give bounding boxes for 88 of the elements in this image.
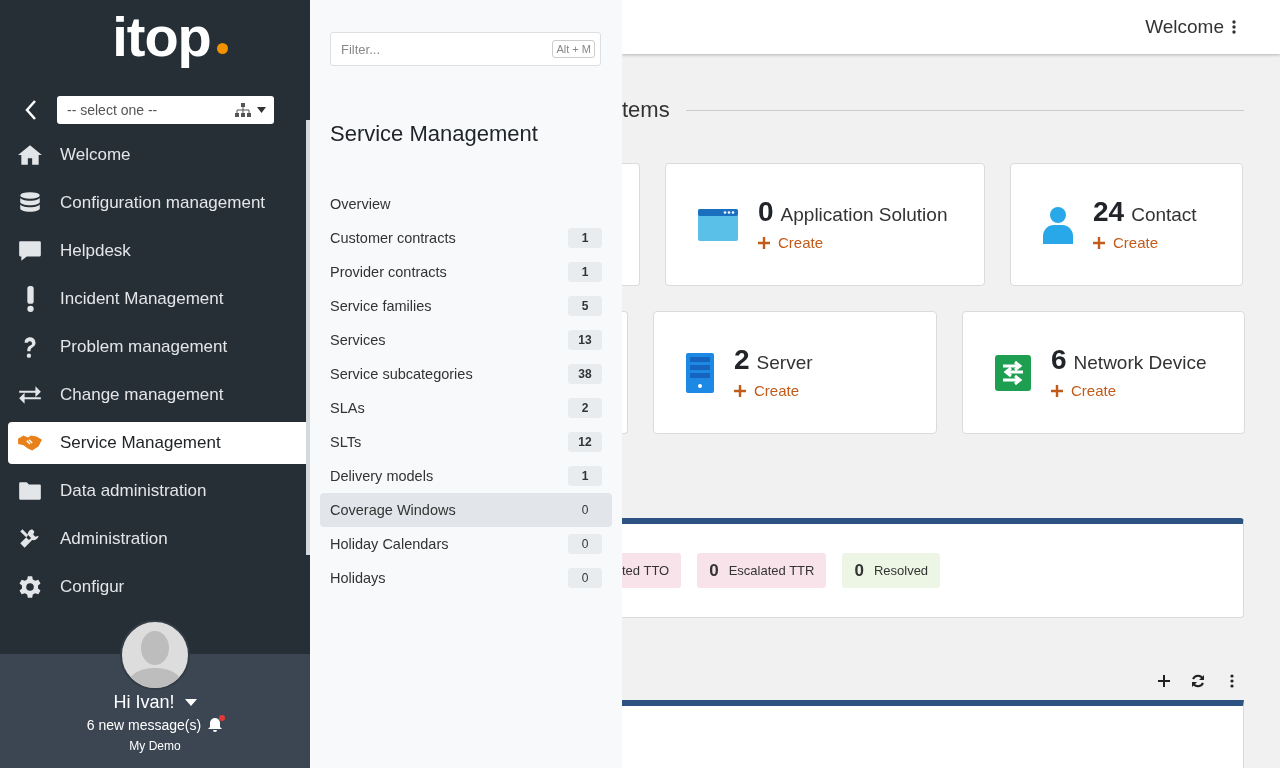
refresh-icon xyxy=(1191,674,1205,688)
object-class-label: Network Device xyxy=(1073,352,1207,375)
submenu-item[interactable]: Holidays 0 xyxy=(320,561,612,595)
create-link[interactable]: Create xyxy=(734,382,800,400)
submenu-item[interactable]: Overview xyxy=(320,187,612,221)
submenu-label: Overview xyxy=(330,196,391,212)
messages-link[interactable]: 6 new message(s) xyxy=(86,717,202,733)
create-link[interactable]: Create xyxy=(1093,234,1159,252)
submenu-label: Customer contracts xyxy=(330,230,456,246)
item-count: 1 xyxy=(568,262,602,282)
submenu-item[interactable]: Service subcategories 38 xyxy=(320,357,612,391)
submenu-item[interactable]: Delivery models 1 xyxy=(320,459,612,493)
submenu-label: Delivery models xyxy=(330,468,434,484)
gear-icon xyxy=(17,574,43,600)
item-count: 0 xyxy=(568,534,602,554)
submenu-item[interactable]: SLAs 2 xyxy=(320,391,612,425)
menu-item[interactable]: Change management xyxy=(8,374,306,416)
menu-item[interactable]: Configur xyxy=(8,566,306,608)
submenu-label: SLAs xyxy=(330,400,365,416)
more-icon[interactable] xyxy=(1232,20,1236,34)
object-class-label: Server xyxy=(756,352,813,375)
create-link[interactable]: Create xyxy=(1051,382,1117,400)
submenu-label: SLTs xyxy=(330,434,362,450)
plus-icon xyxy=(734,384,746,397)
item-count: 1 xyxy=(568,228,602,248)
menu-item[interactable]: Configuration management xyxy=(8,182,306,224)
submenu-item[interactable]: Customer contracts 1 xyxy=(320,221,612,255)
item-count: 5 xyxy=(568,296,602,316)
item-count: 0 xyxy=(580,502,590,519)
bell-icon[interactable] xyxy=(207,717,224,733)
object-count: 6 xyxy=(1051,344,1067,377)
submenu-item[interactable]: Service families 5 xyxy=(320,289,612,323)
status-badge[interactable]: 0 Resolved xyxy=(842,553,941,588)
organization-name: My Demo xyxy=(129,739,181,753)
menu-item[interactable]: Administration xyxy=(8,518,306,560)
item-count: 1 xyxy=(568,466,602,486)
menu-title: Service Management xyxy=(330,120,539,148)
create-link[interactable]: Create xyxy=(758,234,824,252)
submenu-item[interactable]: Services 13 xyxy=(320,323,612,357)
item-count: 13 xyxy=(568,330,602,350)
submenu-label: Holiday Calendars xyxy=(330,536,449,552)
caret-icon xyxy=(257,107,266,113)
speech-bubble-icon xyxy=(17,238,43,264)
submenu-item[interactable]: Holiday Calendars 0 xyxy=(320,527,612,561)
logo[interactable]: itop xyxy=(112,4,228,70)
submenu-label: Service families xyxy=(330,298,432,314)
organization-select[interactable]: -- select one -- xyxy=(57,96,274,124)
more-icon xyxy=(1230,674,1234,688)
plus-icon xyxy=(1093,236,1105,249)
menu-item[interactable]: Problem management xyxy=(8,326,306,368)
submenu-item[interactable]: Coverage Windows 0 xyxy=(320,493,612,527)
shortcut-hint: Alt + M xyxy=(552,40,595,58)
page-title: Welcome xyxy=(1145,16,1224,38)
submenu-label: Holidays xyxy=(330,570,386,586)
menu-item[interactable]: Helpdesk xyxy=(8,230,306,272)
plus-icon xyxy=(1158,675,1170,687)
object-count: 2 xyxy=(734,344,750,377)
item-count: 12 xyxy=(568,432,602,452)
server-icon xyxy=(686,352,714,393)
status-badge[interactable]: ted TTO xyxy=(622,553,682,588)
submenu-label: Services xyxy=(330,332,386,348)
menu-item[interactable]: Welcome xyxy=(8,134,306,176)
plus-icon xyxy=(1051,384,1063,397)
submenu-item[interactable]: SLTs 12 xyxy=(320,425,612,459)
switch-icon xyxy=(995,354,1031,391)
person-icon xyxy=(1043,205,1073,244)
menu-item[interactable]: Service Management xyxy=(8,422,306,464)
menu-item[interactable]: Incident Management xyxy=(8,278,306,320)
submenu-item[interactable]: Provider contracts 1 xyxy=(320,255,612,289)
object-class-label: Application Solution xyxy=(780,204,948,227)
object-count: 24 xyxy=(1093,196,1125,229)
item-count: 38 xyxy=(568,364,602,384)
window-icon xyxy=(698,208,738,241)
item-count: 0 xyxy=(568,568,602,588)
caret-icon[interactable] xyxy=(184,699,197,706)
plus-icon xyxy=(758,236,770,249)
status-badge[interactable]: 0 Escalated TTR xyxy=(697,553,827,588)
object-count: 0 xyxy=(758,196,774,229)
object-class-label: Contact xyxy=(1131,204,1197,227)
submenu-label: Service subcategories xyxy=(330,366,473,382)
section-title: tems xyxy=(622,97,670,123)
item-count: 2 xyxy=(568,398,602,418)
menu-item[interactable]: Data administration xyxy=(8,470,306,512)
user-greeting[interactable]: Hi Ivan! xyxy=(113,692,175,713)
sitemap-icon xyxy=(235,103,251,117)
submenu-label: Provider contracts xyxy=(330,264,447,280)
exclamation-icon xyxy=(26,286,34,312)
submenu-label: Coverage Windows xyxy=(330,502,456,518)
